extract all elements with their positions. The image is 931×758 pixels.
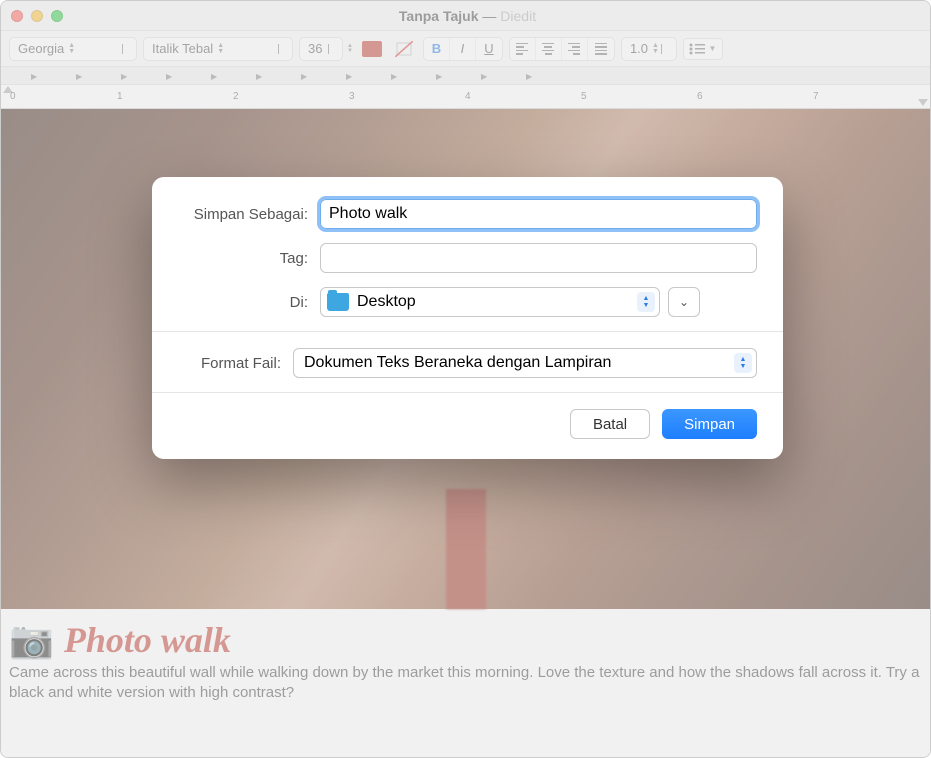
tags-input[interactable]: [320, 243, 757, 273]
save-as-input[interactable]: [320, 199, 757, 229]
expand-dialog-button[interactable]: ⌄: [668, 287, 700, 317]
app-window: Tanpa Tajuk — Diedit Georgia ▲▼ Italik T…: [0, 0, 931, 758]
file-format-label: Format Fail:: [178, 355, 293, 372]
save-as-label: Simpan Sebagai:: [178, 206, 320, 223]
chevron-updown-icon: ▲▼: [734, 353, 752, 373]
chevron-updown-icon: ▲▼: [637, 292, 655, 312]
divider: [152, 392, 783, 393]
tags-label: Tag:: [178, 250, 320, 267]
where-label: Di:: [178, 294, 320, 311]
where-location-select[interactable]: Desktop ▲▼: [320, 287, 660, 317]
file-format-select[interactable]: Dokumen Teks Beraneka dengan Lampiran ▲▼: [293, 348, 757, 378]
folder-icon: [327, 293, 349, 311]
divider: [152, 331, 783, 332]
chevron-down-icon: ⌄: [679, 295, 689, 309]
cancel-button[interactable]: Batal: [570, 409, 650, 439]
save-button[interactable]: Simpan: [662, 409, 757, 439]
save-dialog: Simpan Sebagai: Tag: Di: Desktop ▲▼ ⌄ Fo…: [152, 177, 783, 459]
